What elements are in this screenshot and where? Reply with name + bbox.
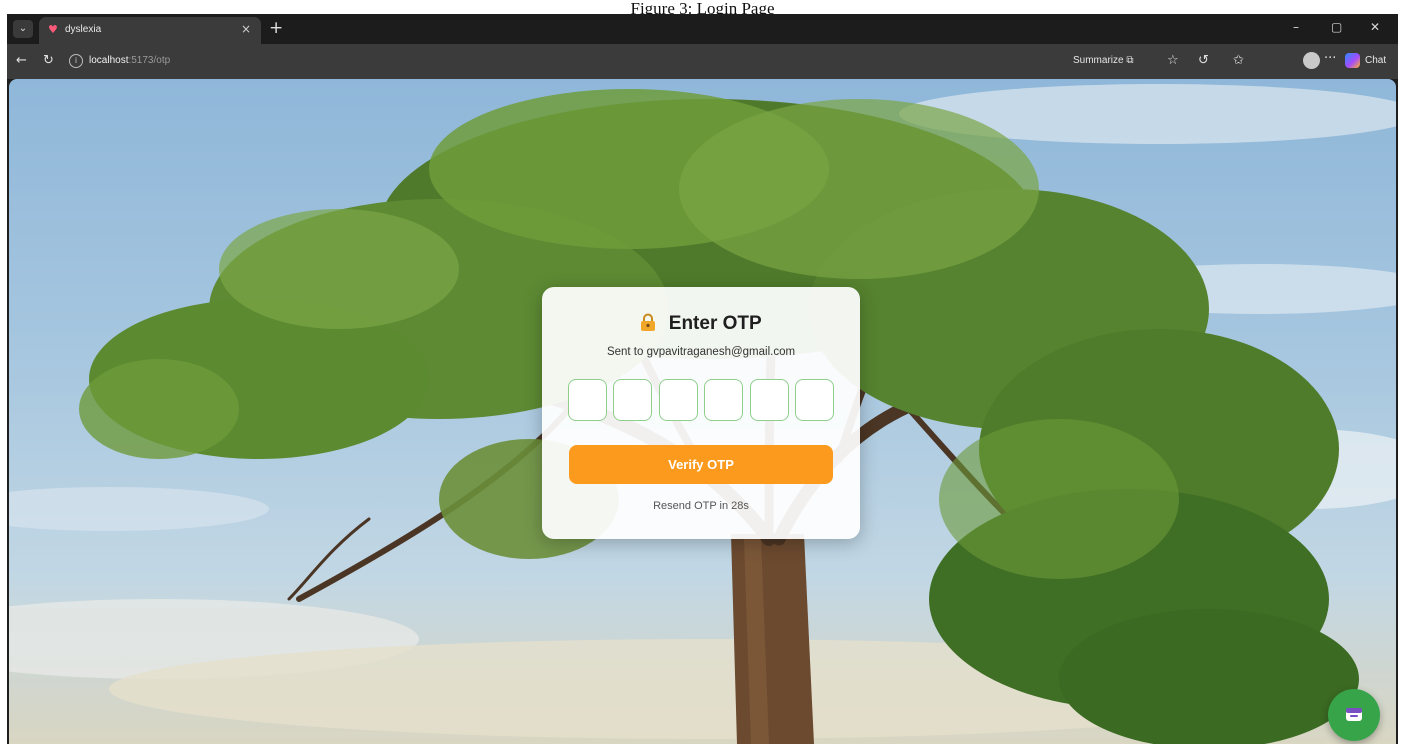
summarize-button[interactable]: Summarize ⧉ xyxy=(1073,55,1134,66)
figure-caption: Figure 3: Login Page xyxy=(630,0,775,14)
profile-avatar[interactable] xyxy=(1303,52,1320,69)
tab-active[interactable]: ♥ dyslexia × xyxy=(39,17,261,44)
lock-icon xyxy=(641,313,656,331)
copilot-icon[interactable] xyxy=(1345,53,1360,68)
url-host: localhost xyxy=(89,55,129,66)
otp-digit-4[interactable] xyxy=(704,379,744,421)
address-bar[interactable]: localhost:5173/otp xyxy=(89,55,170,66)
otp-digit-6[interactable] xyxy=(794,379,834,421)
browser-window: ⌄ ♥ dyslexia × + – ▢ ✕ ← ↻ i localhost:5… xyxy=(7,14,1398,744)
summarize-label: Summarize xyxy=(1073,55,1124,66)
more-menu-icon[interactable]: ··· xyxy=(1324,51,1336,66)
card-subtitle: Sent to gvpavitraganesh@gmail.com xyxy=(606,346,796,358)
resend-otp-text: Resend OTP in 28s xyxy=(653,500,749,512)
chat-widget-icon xyxy=(1346,708,1362,721)
otp-digit-3[interactable] xyxy=(658,379,698,421)
summarize-icon: ⧉ xyxy=(1126,55,1134,66)
card-title-row: Enter OTP xyxy=(542,313,860,335)
otp-input-group xyxy=(568,379,834,425)
chat-widget-button[interactable] xyxy=(1328,689,1380,741)
close-window-button[interactable]: ✕ xyxy=(1370,20,1380,34)
restore-button[interactable]: ▢ xyxy=(1331,20,1342,34)
page-viewport: Enter OTP Sent to gvpavitraganesh@gmail.… xyxy=(9,79,1396,744)
favicon-icon: ♥ xyxy=(48,23,58,36)
otp-card: Enter OTP Sent to gvpavitraganesh@gmail.… xyxy=(542,287,860,539)
reload-icon[interactable]: ↻ xyxy=(43,53,54,68)
back-icon[interactable]: ← xyxy=(16,53,27,68)
site-info-icon[interactable]: i xyxy=(69,54,83,68)
new-tab-button[interactable]: + xyxy=(269,18,283,38)
card-title: Enter OTP xyxy=(668,313,762,334)
otp-digit-2[interactable] xyxy=(613,379,653,421)
tab-strip: ⌄ ♥ dyslexia × + – ▢ ✕ xyxy=(7,14,1398,44)
tab-close-icon[interactable]: × xyxy=(241,22,251,36)
otp-digit-1[interactable] xyxy=(568,379,607,421)
refresh-extension-icon[interactable]: ↺ xyxy=(1198,53,1209,68)
minimize-button[interactable]: – xyxy=(1293,20,1299,34)
tab-actions-menu-button[interactable]: ⌄ xyxy=(13,20,33,38)
verify-otp-button[interactable]: Verify OTP xyxy=(569,445,833,484)
favorite-star-icon[interactable]: ☆ xyxy=(1167,53,1179,68)
otp-digit-5[interactable] xyxy=(749,379,789,421)
favorites-icon[interactable]: ✩ xyxy=(1233,53,1244,68)
url-path: :5173/otp xyxy=(128,55,171,66)
tab-title: dyslexia xyxy=(65,24,102,35)
browser-toolbar: ← ↻ i localhost:5173/otp Summarize ⧉ ☆ ↺… xyxy=(7,44,1398,79)
chat-button[interactable]: Chat xyxy=(1365,55,1386,66)
